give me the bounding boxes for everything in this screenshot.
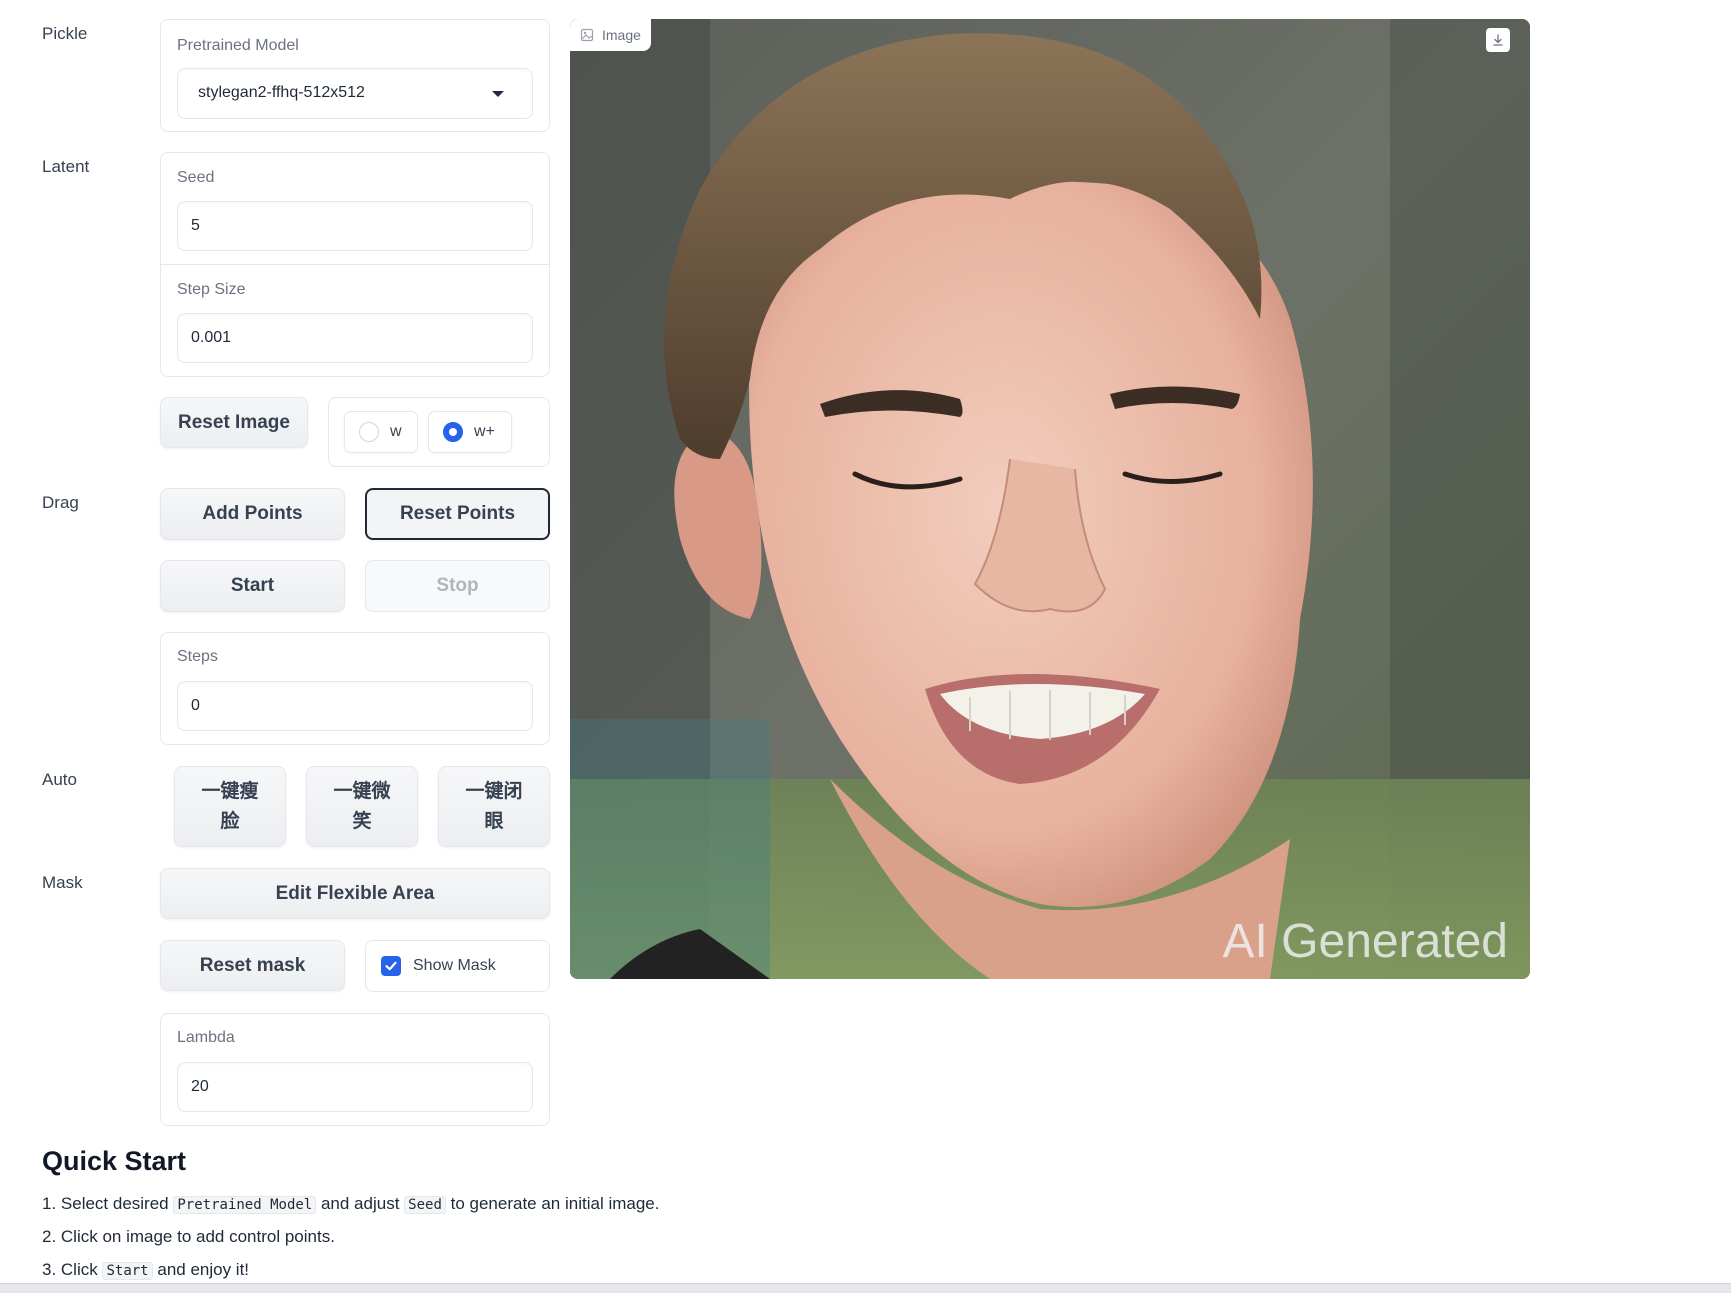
quick-start-step-1: 1. Select desired Pretrained Model and a…	[42, 1194, 659, 1214]
checkmark-icon	[381, 956, 401, 976]
steps-block: Steps 0	[160, 632, 550, 745]
radio-option-w-plus[interactable]: w+	[428, 411, 512, 453]
seed-input[interactable]: 5	[177, 201, 533, 251]
step-text: and adjust	[320, 1194, 400, 1213]
inline-code: Start	[102, 1262, 153, 1280]
quick-start-step-3: 3. Click Start and enjoy it!	[42, 1260, 249, 1280]
radio-circle-icon	[359, 422, 379, 442]
scrollbar[interactable]	[0, 1283, 1731, 1293]
chevron-down-icon	[492, 91, 504, 97]
section-label-drag: Drag	[42, 493, 79, 512]
edit-flexible-area-button[interactable]: Edit Flexible Area	[160, 868, 550, 919]
radio-option-label: w+	[474, 423, 495, 440]
reset-mask-button[interactable]: Reset mask	[160, 940, 345, 991]
reset-points-button[interactable]: Reset Points	[365, 488, 550, 540]
latent-params-block: Seed 5 Step Size 0.001	[160, 152, 550, 377]
radio-option-w[interactable]: w	[344, 411, 418, 453]
show-mask-checkbox[interactable]: Show Mask	[365, 940, 550, 992]
section-label-auto: Auto	[42, 770, 77, 789]
show-mask-label: Show Mask	[413, 957, 496, 974]
section-label-pickle: Pickle	[42, 24, 88, 43]
ai-generated-watermark: AI Generated	[1222, 915, 1508, 968]
smile-button[interactable]: 一键微笑	[306, 766, 418, 847]
seed-label: Seed	[177, 169, 215, 186]
generated-image-panel[interactable]: Image AI Generated	[570, 19, 1530, 979]
step-text: and enjoy it!	[157, 1260, 250, 1279]
pretrained-model-dropdown[interactable]: stylegan2-ffhq-512x512	[177, 68, 533, 119]
inline-code: Pretrained Model	[173, 1196, 317, 1214]
step-text: 3. Click	[42, 1260, 98, 1279]
add-points-button[interactable]: Add Points	[160, 488, 345, 540]
step-size-input[interactable]: 0.001	[177, 313, 533, 363]
pretrained-model-label: Pretrained Model	[177, 37, 299, 54]
latent-space-radio-group: w w+	[328, 397, 550, 467]
steps-input[interactable]: 0	[177, 681, 533, 731]
inline-code: Seed	[404, 1196, 446, 1214]
reset-image-button[interactable]: Reset Image	[160, 397, 308, 448]
image-tag: Image	[570, 19, 651, 51]
step-size-label: Step Size	[177, 281, 246, 298]
step-text: to generate an initial image.	[450, 1194, 660, 1213]
close-eyes-button[interactable]: 一键闭眼	[438, 766, 550, 847]
start-button[interactable]: Start	[160, 560, 345, 612]
steps-label: Steps	[177, 648, 218, 665]
radio-selected-icon	[443, 422, 463, 442]
divider	[161, 264, 549, 265]
portrait-photo	[570, 19, 1530, 979]
thin-face-button[interactable]: 一键瘦脸	[174, 766, 286, 847]
section-label-latent: Latent	[42, 157, 90, 176]
pretrained-model-value: stylegan2-ffhq-512x512	[198, 84, 365, 101]
step-text: 1. Select desired	[42, 1194, 169, 1213]
lambda-block: Lambda 20	[160, 1013, 550, 1126]
radio-option-label: w	[390, 423, 402, 440]
download-icon[interactable]	[1486, 28, 1510, 52]
lambda-label: Lambda	[177, 1029, 235, 1046]
image-tag-label: Image	[602, 27, 641, 43]
quick-start-title: Quick Start	[42, 1146, 187, 1176]
pretrained-model-block: Pretrained Model stylegan2-ffhq-512x512	[160, 19, 550, 132]
quick-start-step-2: 2. Click on image to add control points.	[42, 1227, 335, 1246]
image-icon	[580, 28, 594, 42]
stop-button[interactable]: Stop	[365, 560, 550, 612]
lambda-input[interactable]: 20	[177, 1062, 533, 1112]
section-label-mask: Mask	[42, 873, 83, 892]
